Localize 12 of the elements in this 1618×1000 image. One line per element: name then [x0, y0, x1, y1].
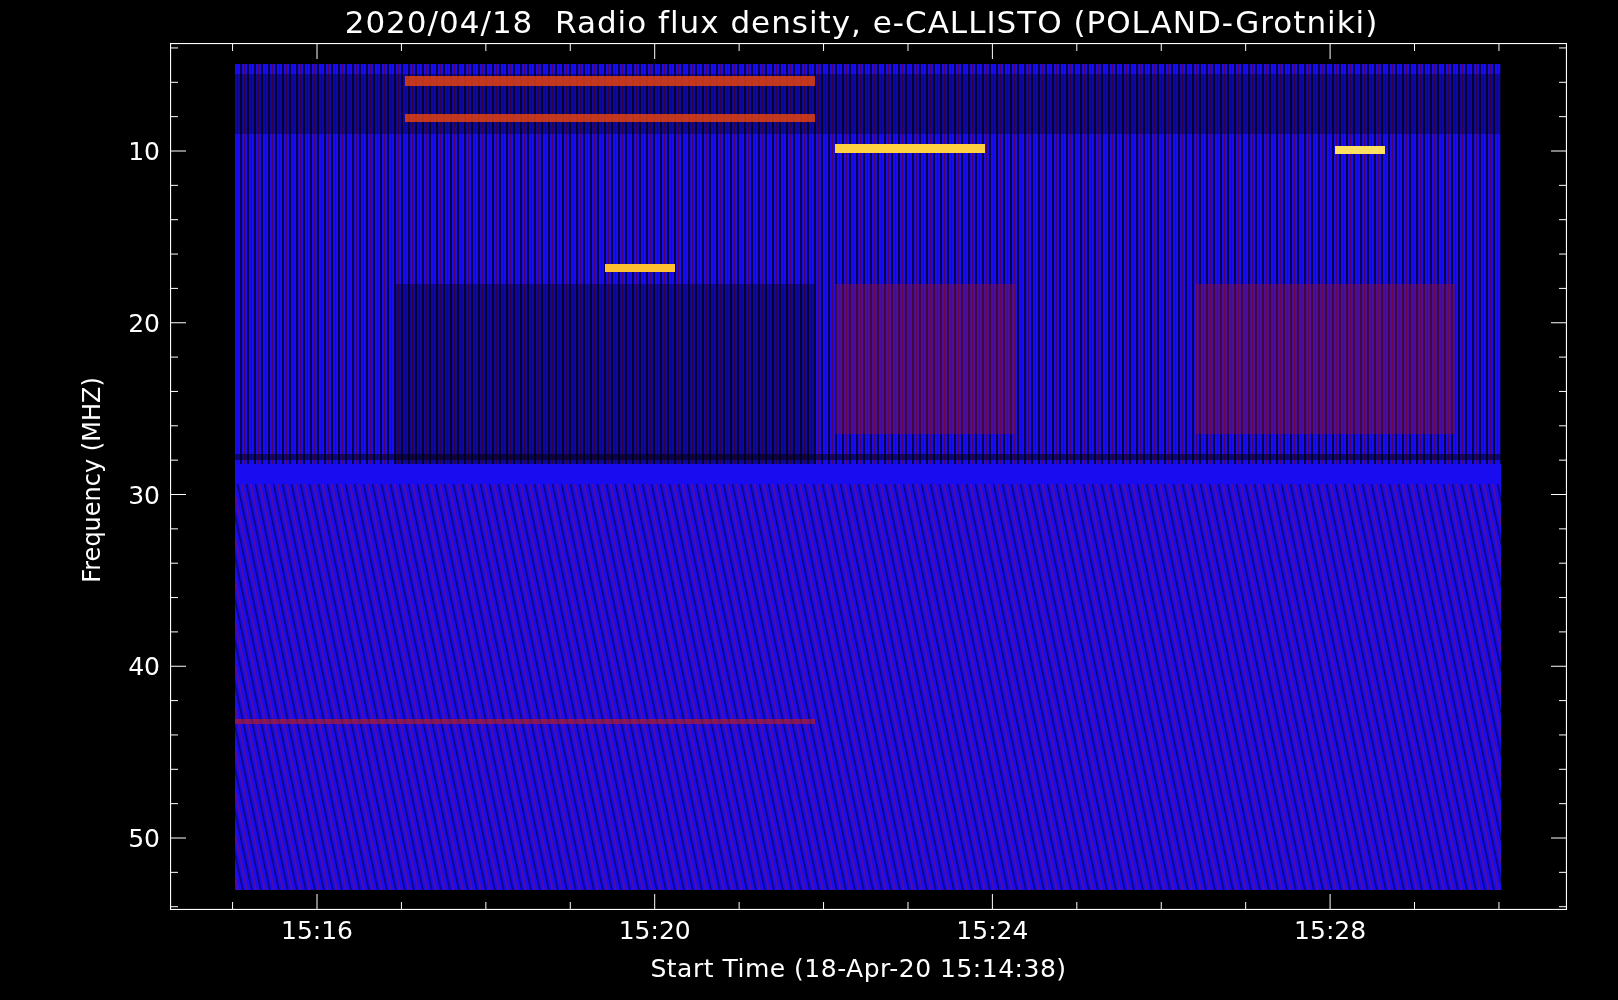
x-tick-label: 15:16	[281, 916, 353, 945]
y-tick-label: 30	[128, 480, 160, 509]
x-tick-label: 15:24	[956, 916, 1029, 945]
x-tick-label: 15:28	[1294, 916, 1367, 945]
chart-title: 2020/04/18 Radio flux density, e-CALLISTO (POLAND-Grotniki)	[344, 3, 1379, 40]
y-axis-label: Frequency (MHZ)	[78, 377, 106, 583]
y-tick-label: 50	[128, 823, 160, 853]
y-tick-label: 40	[128, 651, 160, 681]
y-tick-label: 10	[128, 136, 160, 166]
x-tick-label: 15:20	[618, 916, 691, 945]
y-tick-label: 20	[128, 308, 160, 338]
x-axis-label: Start Time (18-Apr-20 15:14:38)	[650, 954, 1067, 985]
